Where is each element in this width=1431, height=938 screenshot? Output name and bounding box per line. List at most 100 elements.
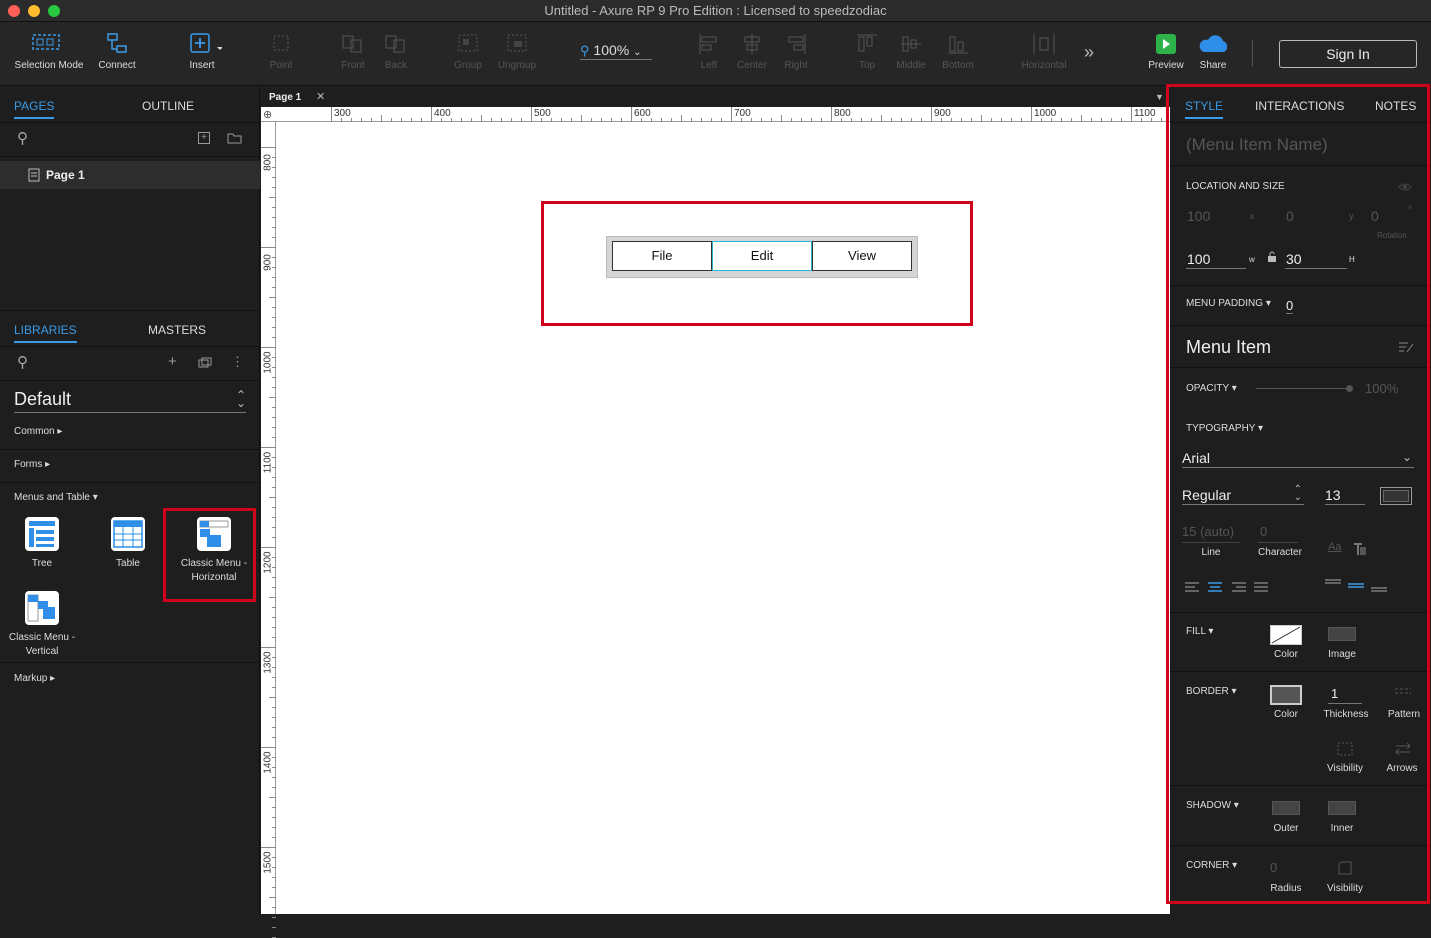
canvas-area: Page 1 ✕ ▼ ⊕ 300 400 500 600 700 800 900 1000 11… [261, 87, 1222, 938]
connect-button[interactable]: Connect [94, 32, 140, 71]
ruler-minor-tick [272, 707, 276, 708]
section-menus-and-table[interactable]: Menus and Table ▾ [14, 492, 98, 503]
section-forms[interactable]: Forms ▸ [14, 459, 50, 470]
align-right-label: Right [784, 60, 808, 71]
ruler-label: 1100 [262, 451, 274, 474]
horizontal-ruler: ⊕ 300 400 500 600 700 800 900 1000 1100 [261, 107, 1222, 122]
sign-in-button[interactable]: Sign In [1279, 40, 1417, 68]
ruler-minor-tick [272, 567, 276, 568]
ruler-minor-tick [272, 807, 276, 808]
ruler-minor-tick [272, 187, 276, 188]
zoom-value: 100% [593, 42, 630, 58]
ruler-minor-tick [1151, 118, 1152, 122]
add-library-icon[interactable]: + [168, 353, 177, 370]
widget-classic-menu-vertical[interactable]: Classic Menu - Vertical [2, 591, 82, 659]
widget-table[interactable]: Table [88, 517, 168, 571]
ruler-minor-tick [272, 717, 276, 718]
ruler-minor-tick [272, 857, 276, 858]
align-middle-button[interactable]: Middle [894, 32, 928, 71]
back-button[interactable]: Back [380, 32, 412, 71]
section-divider [0, 662, 260, 663]
selection-mode-icon [32, 34, 60, 50]
tab-list-chevron-icon[interactable]: ▼ [1155, 92, 1164, 102]
ruler-minor-tick [1141, 118, 1142, 122]
window-title: Untitled - Axure RP 9 Pro Edition : Lice… [544, 3, 887, 18]
selection-mode-button[interactable]: Selection Mode [12, 32, 86, 71]
close-window-button[interactable] [8, 5, 20, 17]
align-left-label: Left [700, 60, 718, 71]
ruler-minor-tick [269, 797, 276, 798]
point-button[interactable]: Point [262, 32, 300, 71]
ruler-minor-tick [991, 118, 992, 122]
align-bottom-button[interactable]: Bottom [938, 32, 978, 71]
ruler-minor-tick [841, 118, 842, 122]
selection-mode-label: Selection Mode [14, 60, 84, 71]
ruler-minor-tick [272, 177, 276, 178]
ruler-minor-tick [871, 118, 872, 122]
preview-button[interactable]: Preview [1146, 32, 1186, 71]
ruler-minor-tick [272, 627, 276, 628]
ruler-minor-tick [272, 767, 276, 768]
zoom-window-button[interactable] [48, 5, 60, 17]
ruler-minor-tick [272, 157, 276, 158]
ruler-label: 800 [262, 154, 274, 171]
ruler-minor-tick [541, 118, 542, 122]
distribute-horizontal-button[interactable]: Horizontal [1018, 32, 1070, 71]
ruler-minor-tick [581, 115, 582, 122]
group-button[interactable]: Group [450, 32, 486, 71]
library-copy-icon[interactable] [198, 357, 212, 369]
add-folder-icon[interactable] [227, 132, 242, 144]
ruler-minor-tick [981, 115, 982, 122]
ruler-minor-tick [272, 557, 276, 558]
section-common[interactable]: Common ▸ [14, 426, 62, 437]
ruler-minor-tick [941, 118, 942, 122]
search-icon[interactable]: ⚲ [17, 353, 28, 371]
align-top-button[interactable]: Top [852, 32, 882, 71]
ruler-major-tick [831, 107, 832, 122]
ruler-label: 1000 [1034, 108, 1057, 119]
ruler-minor-tick [641, 118, 642, 122]
menu-vertical-icon [25, 591, 59, 625]
front-button[interactable]: Front [336, 32, 370, 71]
tab-outline[interactable]: OUTLINE [142, 99, 194, 113]
align-right-button[interactable]: Right [780, 32, 812, 71]
connect-icon [107, 33, 127, 53]
tab-pages[interactable]: PAGES [14, 99, 55, 119]
library-menu-icon[interactable]: ⋮ [231, 354, 244, 370]
align-center-button[interactable]: Center [734, 32, 770, 71]
toolbar: Selection Mode Connect Insert Point Fron… [0, 22, 1431, 86]
ruler-minor-tick [1071, 118, 1072, 122]
close-tab-icon[interactable]: ✕ [316, 90, 325, 103]
group-label: Group [454, 60, 482, 71]
insert-button[interactable]: Insert [182, 32, 222, 71]
ruler-label: 1400 [262, 751, 274, 774]
page-list-item[interactable]: Page 1 [0, 161, 260, 189]
ruler-minor-tick [269, 297, 276, 298]
share-button[interactable]: Share [1196, 32, 1230, 71]
section-markup[interactable]: Markup ▸ [14, 673, 55, 684]
zoom-select[interactable]: ⚲ 100% ⌄ [580, 42, 652, 60]
minimize-window-button[interactable] [28, 5, 40, 17]
ruler-minor-tick [272, 327, 276, 328]
document-tab[interactable]: Page 1 ✕ [261, 87, 331, 107]
ruler-minor-tick [481, 115, 482, 122]
ruler-origin-icon[interactable]: ⊕ [263, 108, 272, 121]
ungroup-button[interactable]: Ungroup [494, 32, 540, 71]
ruler-minor-tick [272, 227, 276, 228]
ruler-minor-tick [1051, 118, 1052, 122]
library-value: Default [14, 389, 72, 409]
align-left-button[interactable]: Left [694, 32, 724, 71]
more-tools-icon[interactable]: » [1084, 42, 1094, 63]
ruler-minor-tick [272, 827, 276, 828]
search-icon[interactable]: ⚲ [17, 129, 28, 147]
widget-tree[interactable]: Tree [2, 517, 82, 571]
ruler-minor-tick [269, 897, 276, 898]
tab-libraries[interactable]: LIBRARIES [14, 323, 77, 343]
tab-masters[interactable]: MASTERS [148, 323, 206, 337]
ruler-minor-tick [272, 237, 276, 238]
ungroup-icon [507, 34, 527, 52]
library-select[interactable]: Default ⌃ ⌄ [14, 389, 246, 413]
ruler-minor-tick [1011, 118, 1012, 122]
ruler-minor-tick [272, 907, 276, 908]
add-page-icon[interactable]: + [198, 132, 210, 144]
